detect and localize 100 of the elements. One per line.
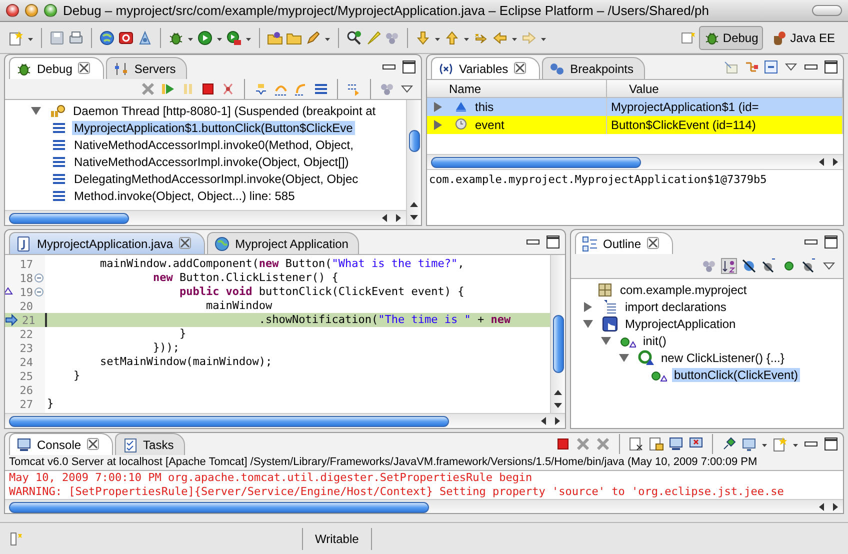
view-tab[interactable]: Console bbox=[9, 433, 114, 455]
stack-frame-item[interactable]: Method.invoke(Object, Object...) line: 585 bbox=[72, 188, 297, 202]
monitor-icon bbox=[16, 436, 32, 452]
hide-fields-icon[interactable] bbox=[741, 258, 757, 274]
fold-icon[interactable] bbox=[34, 287, 44, 297]
maximize-icon[interactable] bbox=[401, 59, 417, 75]
close-button[interactable] bbox=[6, 4, 19, 17]
scroll-left-icon[interactable] bbox=[817, 157, 827, 167]
globe-icon bbox=[214, 236, 230, 252]
anonymous-icon bbox=[638, 350, 654, 366]
perspective-button[interactable]: Java EE bbox=[766, 26, 840, 50]
scroll-left-icon[interactable] bbox=[380, 213, 390, 223]
maximize-icon[interactable] bbox=[545, 234, 561, 250]
scroll-thumb[interactable] bbox=[552, 315, 564, 373]
editor-tab[interactable]: MyprojectApplication.java bbox=[9, 232, 206, 254]
outline-item[interactable]: import declarations bbox=[623, 300, 728, 314]
scroll-up-icon[interactable] bbox=[553, 388, 563, 398]
scroll-lock-icon[interactable] bbox=[648, 436, 664, 452]
horizontal-scrollbar[interactable] bbox=[427, 154, 843, 169]
scroll-up-icon[interactable] bbox=[409, 200, 419, 210]
new-console-icon[interactable] bbox=[772, 436, 788, 452]
status-icon[interactable] bbox=[8, 530, 24, 546]
show-output-icon[interactable] bbox=[668, 436, 684, 452]
editor-mode-label: Writable bbox=[302, 528, 372, 550]
variable-row[interactable]: event Button$ClickEvent (id=114) bbox=[427, 116, 843, 134]
list-icon[interactable] bbox=[313, 81, 329, 97]
perspective-button[interactable]: Debug bbox=[698, 26, 764, 50]
view-tab[interactable]: Debug bbox=[9, 57, 104, 79]
scroll-thumb[interactable] bbox=[9, 212, 129, 224]
maximize-icon[interactable] bbox=[823, 234, 839, 250]
line-number: 22 bbox=[20, 328, 33, 340]
view-tab[interactable]: Outline bbox=[575, 232, 674, 254]
open-perspective-icon[interactable] bbox=[680, 30, 696, 46]
run-icon[interactable] bbox=[197, 30, 213, 46]
scroll-thumb[interactable] bbox=[408, 130, 420, 152]
clear-console-icon[interactable] bbox=[628, 436, 644, 452]
code-line: } bbox=[178, 327, 188, 341]
code-line: mainWindow.addComponent(new Button("What is the time?", bbox=[98, 257, 466, 271]
hide-static-icon[interactable] bbox=[761, 258, 777, 274]
view-tab[interactable]: Servers bbox=[106, 57, 187, 79]
java-file-icon bbox=[16, 236, 32, 252]
server-icon[interactable] bbox=[137, 30, 153, 46]
imports-icon bbox=[602, 298, 618, 314]
external-tool-icon[interactable] bbox=[226, 30, 242, 46]
outline-item[interactable]: init() bbox=[641, 334, 668, 348]
open-folder-icon[interactable] bbox=[267, 30, 283, 46]
hide-local-icon[interactable] bbox=[801, 258, 817, 274]
scroll-thumb[interactable] bbox=[9, 502, 429, 512]
view-tab[interactable]: Breakpoints bbox=[542, 57, 645, 79]
outline-item[interactable]: com.example.myproject bbox=[618, 282, 749, 296]
stack-frame-item[interactable]: DelegatingMethodAccessorImpl.invoke(Object, Objec bbox=[72, 172, 360, 186]
pin-icon[interactable] bbox=[721, 436, 737, 452]
outline-item[interactable]: MyprojectApplication bbox=[623, 316, 738, 330]
editor-tab[interactable]: Myproject Application bbox=[207, 232, 360, 254]
scroll-left-icon[interactable] bbox=[817, 502, 827, 512]
globe-icon[interactable] bbox=[99, 30, 115, 46]
code-line: new Button.ClickListener() { bbox=[152, 271, 340, 285]
line-number: 17 bbox=[20, 258, 33, 270]
scroll-left-icon[interactable] bbox=[539, 416, 549, 426]
line-number: 18 bbox=[20, 272, 33, 284]
package-icon bbox=[597, 282, 613, 298]
maximize-icon[interactable] bbox=[823, 59, 839, 75]
window-title: Debug – myproject/src/com/example/myproject/MyprojectApplication.java – Eclipse Platform – /Users/Shared/ph bbox=[63, 3, 710, 18]
thread-item[interactable]: Daemon Thread [http-8080-1] (Suspended (breakpoint at bbox=[71, 104, 378, 118]
stack-frame-item[interactable]: NativeMethodAccessorImpl.invoke0(Method, Object, bbox=[72, 138, 356, 152]
detail-text: com.example.myproject.MyprojectApplication$1@7379b5 bbox=[428, 172, 768, 188]
save-icon[interactable] bbox=[49, 30, 65, 46]
line-number: 21 bbox=[22, 314, 36, 326]
stack-frame-item[interactable]: MyprojectApplication$1.buttonClick(Button$ClickEve bbox=[72, 120, 355, 134]
horizontal-scrollbar[interactable] bbox=[5, 413, 565, 428]
toolbar-toggle-button[interactable] bbox=[812, 5, 842, 16]
print-icon[interactable] bbox=[68, 30, 84, 46]
minimize-button[interactable] bbox=[25, 4, 38, 17]
stack-frame-item[interactable]: NativeMethodAccessorImpl.invoke(Object, Object[]) bbox=[72, 154, 351, 168]
outline-item[interactable]: new ClickListener() {...} bbox=[659, 350, 786, 364]
sort-icon[interactable] bbox=[721, 258, 737, 274]
zoom-button[interactable] bbox=[44, 4, 57, 17]
horizontal-scrollbar[interactable] bbox=[5, 499, 843, 513]
pencil-icon[interactable] bbox=[305, 30, 321, 46]
scroll-thumb[interactable] bbox=[9, 416, 449, 426]
horizontal-scrollbar[interactable] bbox=[5, 210, 406, 225]
variable-row[interactable]: this MyprojectApplication$1 (id= bbox=[427, 98, 843, 116]
vertical-scrollbar[interactable] bbox=[550, 255, 565, 413]
display-console-icon[interactable] bbox=[741, 436, 757, 452]
terminate-icon[interactable] bbox=[555, 436, 571, 452]
fold-icon[interactable] bbox=[34, 273, 44, 283]
vertical-scrollbar[interactable] bbox=[406, 100, 421, 225]
step-into-icon[interactable] bbox=[253, 81, 269, 97]
maximize-icon[interactable] bbox=[823, 436, 839, 452]
view-tab[interactable]: Variables bbox=[431, 57, 540, 79]
line-number: 19 bbox=[20, 286, 33, 298]
thread-icon bbox=[50, 102, 66, 118]
resume-icon[interactable] bbox=[160, 81, 176, 97]
new-file-icon[interactable] bbox=[8, 30, 24, 46]
outline-item[interactable]: buttonClick(ClickEvent) bbox=[672, 368, 800, 382]
scroll-thumb[interactable] bbox=[431, 156, 641, 168]
search-icon[interactable] bbox=[346, 30, 362, 46]
collapse-all-icon[interactable] bbox=[763, 59, 779, 75]
view-tab[interactable]: Tasks bbox=[115, 433, 185, 455]
terminate-icon[interactable] bbox=[200, 81, 216, 97]
